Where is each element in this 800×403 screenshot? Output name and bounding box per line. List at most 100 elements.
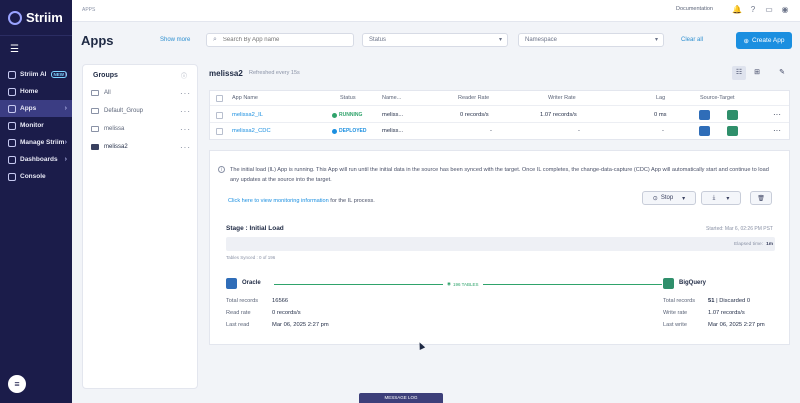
chevron-down-icon[interactable]: ▾ xyxy=(726,195,729,202)
folder-icon xyxy=(91,108,99,114)
groups-title: Groups xyxy=(93,72,118,79)
row-checkbox[interactable] xyxy=(216,112,223,119)
sidebar-item-apps[interactable]: Apps › xyxy=(0,100,72,117)
top-bar: APPS Documentation 🔔 ? ▭ ◉ xyxy=(72,0,800,22)
source-last-label: Last read xyxy=(226,322,250,328)
il-detail-panel: i The initial load (IL) App is running. … xyxy=(209,150,790,345)
select-all-checkbox[interactable] xyxy=(216,95,223,102)
writer-rate-cell: 1.07 records/s xyxy=(540,112,577,118)
user-icon[interactable]: ◉ xyxy=(780,5,790,15)
column-header[interactable]: Lag xyxy=(656,95,665,101)
hamburger-menu-icon[interactable]: ☰ xyxy=(10,44,72,60)
more-options-icon[interactable]: ··· xyxy=(180,107,191,116)
documentation-link[interactable]: Documentation xyxy=(676,6,713,12)
clear-all-link[interactable]: Clear all xyxy=(681,37,703,43)
group-label: melissa xyxy=(104,126,125,132)
sidebar-item-console[interactable]: Console xyxy=(0,168,72,185)
table-icon: ◉ xyxy=(447,281,451,286)
elapsed-value: 1m xyxy=(766,242,773,247)
bigquery-target-icon xyxy=(727,126,738,136)
edit-icon[interactable]: ✎ xyxy=(775,66,789,80)
chevron-down-icon: ▾ xyxy=(498,37,502,43)
refresh-note: Refreshed every 15s xyxy=(249,70,300,76)
create-app-button[interactable]: ⊕ Create App xyxy=(736,32,792,49)
column-header[interactable]: Status xyxy=(340,95,356,101)
help-icon[interactable]: ≡ xyxy=(8,375,26,393)
search-box[interactable]: ⌕ xyxy=(206,33,354,47)
more-options-icon[interactable]: ··· xyxy=(180,89,191,98)
more-options-icon[interactable]: ··· xyxy=(773,110,781,119)
group-item-melissa2[interactable]: melissa2 ··· xyxy=(91,141,191,153)
sidebar-item-label: Home xyxy=(20,88,39,95)
lag-cell: - xyxy=(662,128,664,134)
grid-view-icon[interactable]: ⊞ xyxy=(750,66,764,80)
groups-panel: Groups ⓘ All ··· Default_Group ··· melis… xyxy=(82,64,198,389)
sidebar-item-monitor[interactable]: Monitor xyxy=(0,117,72,134)
search-icon: ⌕ xyxy=(213,36,217,43)
source-last-value: Mar 06, 2025 2:27 pm xyxy=(272,322,329,328)
target-total-label: Total records xyxy=(663,298,696,304)
help-circle-icon[interactable]: ? xyxy=(748,5,758,15)
column-header[interactable]: Name... xyxy=(382,95,401,101)
monitoring-note: Click here to view monitoring informatio… xyxy=(228,198,375,204)
elapsed-time: Elapsed time: 1m xyxy=(734,242,773,247)
status-dropdown[interactable]: Status ▾ xyxy=(362,33,508,47)
manage-icon xyxy=(8,138,16,147)
search-input[interactable] xyxy=(222,37,333,43)
source-rate-label: Read rate xyxy=(226,310,251,316)
column-header[interactable]: Reader Rate xyxy=(458,95,489,101)
chat-icon[interactable]: ▭ xyxy=(764,5,774,15)
show-more-link[interactable]: Show more xyxy=(160,37,190,43)
table-row[interactable]: melissa2_CDC DEPLOYED meliss... - - - ··… xyxy=(210,124,789,139)
group-item-default[interactable]: Default_Group ··· xyxy=(91,105,191,117)
chevron-down-icon: ▾ xyxy=(654,37,658,43)
page-title: Apps xyxy=(81,33,114,48)
tables-flow-label: ◉ 196 TABLES xyxy=(443,281,483,287)
chevron-right-icon: › xyxy=(64,71,67,78)
apps-table: App Name Status Name... Reader Rate Writ… xyxy=(209,90,790,140)
chevron-down-icon[interactable]: ▾ xyxy=(682,195,685,202)
tables-synced: Tables Synced : 0 of 196 xyxy=(226,255,276,260)
group-item-melissa[interactable]: melissa ··· xyxy=(91,123,191,135)
stop-button[interactable]: ⊙ Stop ▾ xyxy=(642,191,696,205)
plus-icon: ⊕ xyxy=(743,37,749,45)
apps-icon xyxy=(8,104,16,113)
source-name: Oracle xyxy=(242,280,261,286)
message-log-tab[interactable]: MESSAGE LOG xyxy=(359,393,443,403)
sidebar-item-label: Striim AI xyxy=(20,71,47,78)
group-label: Default_Group xyxy=(104,108,144,114)
info-icon[interactable]: ⓘ xyxy=(181,71,187,80)
status-dot-icon xyxy=(332,128,337,134)
column-header[interactable]: App Name xyxy=(232,95,258,101)
bell-icon[interactable]: 🔔 xyxy=(732,5,742,15)
source-rate-value: 0 records/s xyxy=(272,310,301,316)
chevron-right-icon: › xyxy=(64,139,67,146)
list-view-icon[interactable]: ☷ xyxy=(732,66,746,80)
brand[interactable]: Striim xyxy=(0,0,72,36)
monitoring-link[interactable]: Click here to view monitoring informatio… xyxy=(228,198,329,204)
group-item-all[interactable]: All ··· xyxy=(91,87,191,99)
more-options-icon[interactable]: ··· xyxy=(773,126,781,135)
column-header[interactable]: Writer Rate xyxy=(548,95,576,101)
target-rate-label: Write rate xyxy=(663,310,688,316)
sidebar-item-manage-striim[interactable]: Manage Striim › xyxy=(0,134,72,151)
app-name-link[interactable]: melissa2_IL xyxy=(232,112,263,118)
folder-icon xyxy=(91,126,99,132)
group-label: melissa2 xyxy=(104,144,128,150)
row-checkbox[interactable] xyxy=(216,128,223,135)
sidebar-item-dashboards[interactable]: Dashboards › xyxy=(0,151,72,168)
sidebar-item-label: Dashboards xyxy=(20,156,58,163)
folder-icon xyxy=(91,144,99,150)
delete-button[interactable]: 🗑 xyxy=(750,191,772,205)
group-label: All xyxy=(104,90,111,96)
stop-icon: ⊙ xyxy=(652,195,658,202)
breadcrumb[interactable]: APPS xyxy=(82,7,95,13)
sidebar-item-home[interactable]: Home xyxy=(0,83,72,100)
sidebar-item-striim-ai[interactable]: Striim AI NEW › xyxy=(0,66,72,83)
more-options-icon[interactable]: ··· xyxy=(180,143,191,152)
table-row[interactable]: melissa2_IL RUNNING meliss... 0 records/… xyxy=(210,108,789,123)
namespace-dropdown[interactable]: Namespace ▾ xyxy=(518,33,664,47)
download-button[interactable]: ⤓ ▾ xyxy=(701,191,741,205)
app-name-link[interactable]: melissa2_CDC xyxy=(232,128,271,134)
more-options-icon[interactable]: ··· xyxy=(180,125,191,134)
